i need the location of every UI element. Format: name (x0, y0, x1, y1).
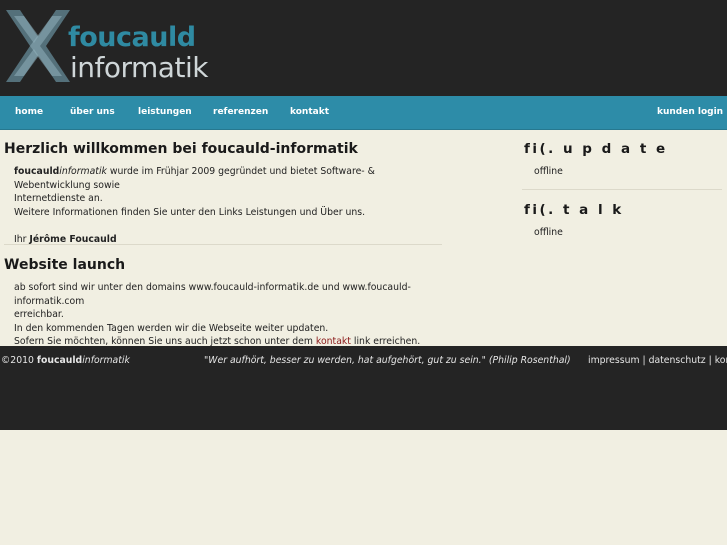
nav-item-ueber-uns[interactable]: über uns (70, 96, 115, 129)
logo-word-foucauld: foucauld (68, 22, 196, 53)
launch-line-3: In den kommenden Tagen werden wir die We… (14, 322, 329, 334)
logo-word-informatik: informatik (70, 51, 208, 84)
welcome-line-1: foucauldinformatik wurde im Frühjar 2009… (14, 165, 439, 192)
launch-text: ab sofort sind wir unter den domains www… (14, 281, 439, 349)
welcome-line-2: Internetdienste an. (14, 193, 103, 204)
welcome-text: foucauldinformatik wurde im Frühjar 2009… (14, 165, 439, 246)
nav-item-kunden-login[interactable]: kunden login (657, 96, 723, 129)
signature-name: Jérôme Foucauld (29, 233, 117, 245)
footer-brand-italic: informatik (82, 355, 130, 366)
launch-line-1: ab sofort sind wir unter den domains www… (14, 282, 411, 307)
welcome-line-3: Weitere Informationen finden Sie unter d… (14, 206, 366, 218)
site-footer: ©2010 foucauldinformatik "Wer aufhört, b… (0, 346, 727, 430)
sidebar-update-title: fi(. u p d a t e (524, 141, 668, 157)
footer-links: impressum | datenschutz | kontakt (588, 355, 727, 366)
main-navigation: home über uns leistungen referenzen kont… (0, 96, 727, 130)
site-header: foucauld informatik (0, 0, 727, 96)
footer-separator: | (639, 355, 649, 366)
content-divider (4, 244, 442, 245)
sidebar-talk-status: offline (534, 227, 563, 238)
welcome-title: Herzlich willkommen bei foucauld-informa… (4, 141, 358, 157)
footer-quote: "Wer aufhört, besser zu werden, hat aufg… (204, 355, 571, 366)
sidebar-talk-title: fi(. t a l k (524, 202, 624, 218)
sidebar-divider (522, 189, 722, 190)
footer-link-impressum[interactable]: impressum (588, 355, 640, 366)
nav-item-leistungen[interactable]: leistungen (138, 96, 192, 129)
welcome-brand-italic: informatik (59, 166, 107, 177)
site-logo[interactable]: foucauld informatik (0, 6, 215, 90)
welcome-brand-bold: foucauld (14, 166, 60, 177)
footer-brand-bold: foucauld (36, 355, 83, 366)
footer-copyright: ©2010 foucauldinformatik (1, 355, 130, 366)
launch-title: Website launch (4, 257, 126, 273)
copyright-text: ©2010 (1, 355, 37, 366)
nav-item-referenzen[interactable]: referenzen (213, 96, 268, 129)
footer-link-kontakt[interactable]: kontakt (715, 355, 727, 366)
sidebar-update-status: offline (534, 166, 563, 177)
nav-item-kontakt[interactable]: kontakt (290, 96, 329, 129)
signature-prefix: Ihr (14, 233, 30, 245)
footer-separator: | (705, 355, 715, 366)
main-content: Herzlich willkommen bei foucauld-informa… (0, 130, 727, 349)
nav-item-home[interactable]: home (15, 96, 43, 129)
launch-line-2: erreichbar. (14, 309, 64, 320)
footer-link-datenschutz[interactable]: datenschutz (649, 355, 706, 366)
